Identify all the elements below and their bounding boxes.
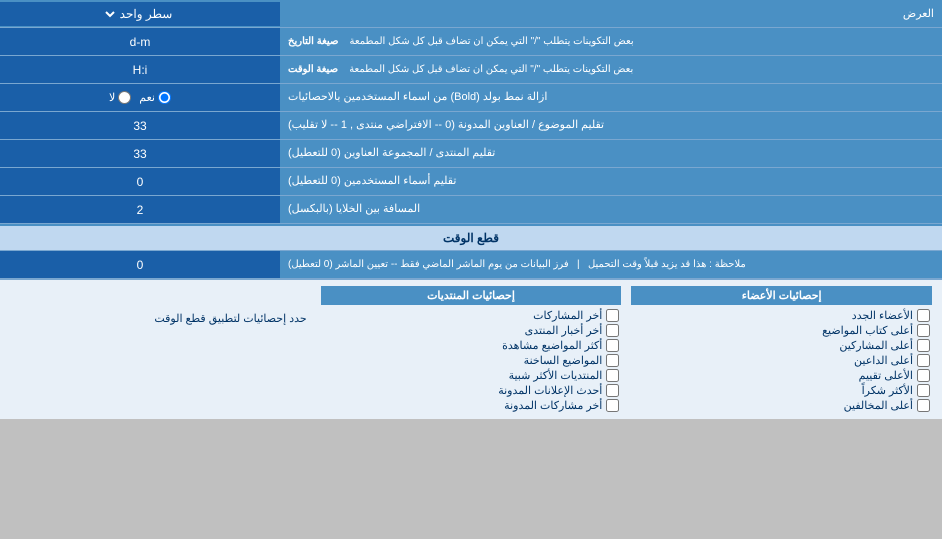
cell-spacing-control[interactable] [0,196,280,223]
bold-remove-row: ازالة نمط بولد (Bold) من اسماء المستخدمي… [0,84,942,112]
top-posters-item: أعلى كتاب المواضيع [631,323,932,338]
latest-announcements-label: أحدث الإعلانات المدونة [498,384,602,397]
forum-trim-input[interactable] [8,147,272,161]
cutoff-days-label: ملاحظة : هذا قد يزيد قبلاً وقت التحميل |… [280,251,942,278]
most-thanked-item: الأكثر شكراً [631,383,932,398]
stats-checkboxes-section: إحصائيات الأعضاء الأعضاء الجدد أعلى كتاب… [0,279,942,419]
forum-news-item: أخر أخبار المنتدى [321,323,622,338]
forum-stats-col: إحصائيات المنتديات أخر المشاركات أخر أخب… [321,286,622,413]
newest-members-label: الأعضاء الجدد [852,309,913,322]
bold-remove-control: نعم لا [0,84,280,111]
top-rated-label: الأعلى تقييم [859,369,913,382]
single-line-select[interactable]: سطر واحد سطران ثلاثة أسطر [103,6,177,22]
latest-featured-label: أخر مشاركات المدونة [504,399,602,412]
cutoff-days-input[interactable] [8,258,272,272]
bold-remove-label: ازالة نمط بولد (Bold) من اسماء المستخدمي… [280,84,942,111]
top-posters-checkbox[interactable] [917,324,930,337]
latest-featured-checkbox[interactable] [606,399,619,412]
cutoff-days-control[interactable] [0,251,280,278]
forum-trim-row: تقليم المنتدى / المجموعة العناوين (0 للت… [0,140,942,168]
time-format-row: بعض التكوينات يتطلب "/" التي يمكن ان تضا… [0,56,942,84]
newest-members-item: الأعضاء الجدد [631,308,932,323]
latest-announcements-item: أحدث الإعلانات المدونة [321,383,622,398]
most-viewed-item: أكثر المواضيع مشاهدة [321,338,622,353]
topic-trim-label: تقليم الموضوع / العناوين المدونة (0 -- ا… [280,112,942,139]
top-moderators-checkbox[interactable] [917,399,930,412]
top-header-row: العرض سطر واحد سطران ثلاثة أسطر [0,0,942,28]
recent-topics-item: المواضيع الساخنة [321,353,622,368]
similar-forums-checkbox[interactable] [606,369,619,382]
username-trim-input[interactable] [8,175,272,189]
top-thanks-label: أعلى الداعين [854,354,913,367]
time-format-label: بعض التكوينات يتطلب "/" التي يمكن ان تضا… [280,56,942,83]
forum-trim-control[interactable] [0,140,280,167]
top-thanks-checkbox[interactable] [917,354,930,367]
latest-featured-item: أخر مشاركات المدونة [321,398,622,413]
latest-posts-checkbox[interactable] [606,309,619,322]
username-trim-label: تقليم أسماء المستخدمين (0 للتعطيل) [280,168,942,195]
top-posters-label: أعلى كتاب المواضيع [822,324,913,337]
topic-trim-input[interactable] [8,119,272,133]
most-viewed-checkbox[interactable] [606,339,619,352]
similar-forums-item: المنتديات الأكثر شبية [321,368,622,383]
bold-no-label[interactable]: لا [109,91,131,104]
top-thanks-item: أعلى الداعين [631,353,932,368]
top-moderators-label: أعلى المخالفين [844,399,913,412]
top-rated-checkbox[interactable] [917,369,930,382]
date-format-row: بعض التكوينات يتطلب "/" التي يمكن ان تضا… [0,28,942,56]
main-container: العرض سطر واحد سطران ثلاثة أسطر بعض التك… [0,0,942,419]
recent-topics-label: المواضيع الساخنة [524,354,603,367]
top-participants-item: أعلى المشاركين [631,338,932,353]
cutoff-section-header: قطع الوقت [0,224,942,251]
forum-news-label: أخر أخبار المنتدى [525,324,603,337]
stats-limit-col: إحصائيات الأعضاء الأعضاء الجدد أعلى كتاب… [631,286,932,413]
apply-cutoff-label: حدد إحصائيات لتطبيق قطع الوقت [10,308,311,329]
latest-posts-label: أخر المشاركات [533,309,602,322]
single-line-control[interactable]: سطر واحد سطران ثلاثة أسطر [0,2,280,26]
cell-spacing-label: المسافة بين الخلايا (بالبكسل) [280,196,942,223]
newest-members-checkbox[interactable] [917,309,930,322]
top-moderators-item: أعلى المخالفين [631,398,932,413]
latest-posts-item: أخر المشاركات [321,308,622,323]
bold-yes-label[interactable]: نعم [139,91,171,104]
time-format-input[interactable] [8,63,272,77]
bold-yes-radio[interactable] [158,91,171,104]
bold-radio-group: نعم لا [109,91,171,104]
most-viewed-label: أكثر المواضيع مشاهدة [502,339,602,352]
date-format-label: بعض التكوينات يتطلب "/" التي يمكن ان تضا… [280,28,942,55]
date-format-input[interactable] [8,35,272,49]
topic-trim-control[interactable] [0,112,280,139]
stats-members-header: إحصائيات الأعضاء [631,286,932,305]
checkboxes-grid: إحصائيات الأعضاء الأعضاء الجدد أعلى كتاب… [10,286,932,413]
top-rated-item: الأعلى تقييم [631,368,932,383]
username-trim-control[interactable] [0,168,280,195]
similar-forums-label: المنتديات الأكثر شبية [509,369,603,382]
date-format-control[interactable] [0,28,280,55]
forum-stats-header: إحصائيات المنتديات [321,286,622,305]
display-label: العرض [280,3,942,24]
most-thanked-checkbox[interactable] [917,384,930,397]
latest-announcements-checkbox[interactable] [606,384,619,397]
time-format-control[interactable] [0,56,280,83]
topic-trim-row: تقليم الموضوع / العناوين المدونة (0 -- ا… [0,112,942,140]
cell-spacing-input[interactable] [8,203,272,217]
username-trim-row: تقليم أسماء المستخدمين (0 للتعطيل) [0,168,942,196]
cell-spacing-row: المسافة بين الخلايا (بالبكسل) [0,196,942,224]
top-participants-checkbox[interactable] [917,339,930,352]
top-participants-label: أعلى المشاركين [839,339,913,352]
cutoff-days-row: ملاحظة : هذا قد يزيد قبلاً وقت التحميل |… [0,251,942,279]
most-thanked-label: الأكثر شكراً [862,384,913,397]
recent-topics-checkbox[interactable] [606,354,619,367]
bold-no-radio[interactable] [118,91,131,104]
apply-label-col: حدد إحصائيات لتطبيق قطع الوقت [10,286,311,413]
forum-trim-label: تقليم المنتدى / المجموعة العناوين (0 للت… [280,140,942,167]
forum-news-checkbox[interactable] [606,324,619,337]
